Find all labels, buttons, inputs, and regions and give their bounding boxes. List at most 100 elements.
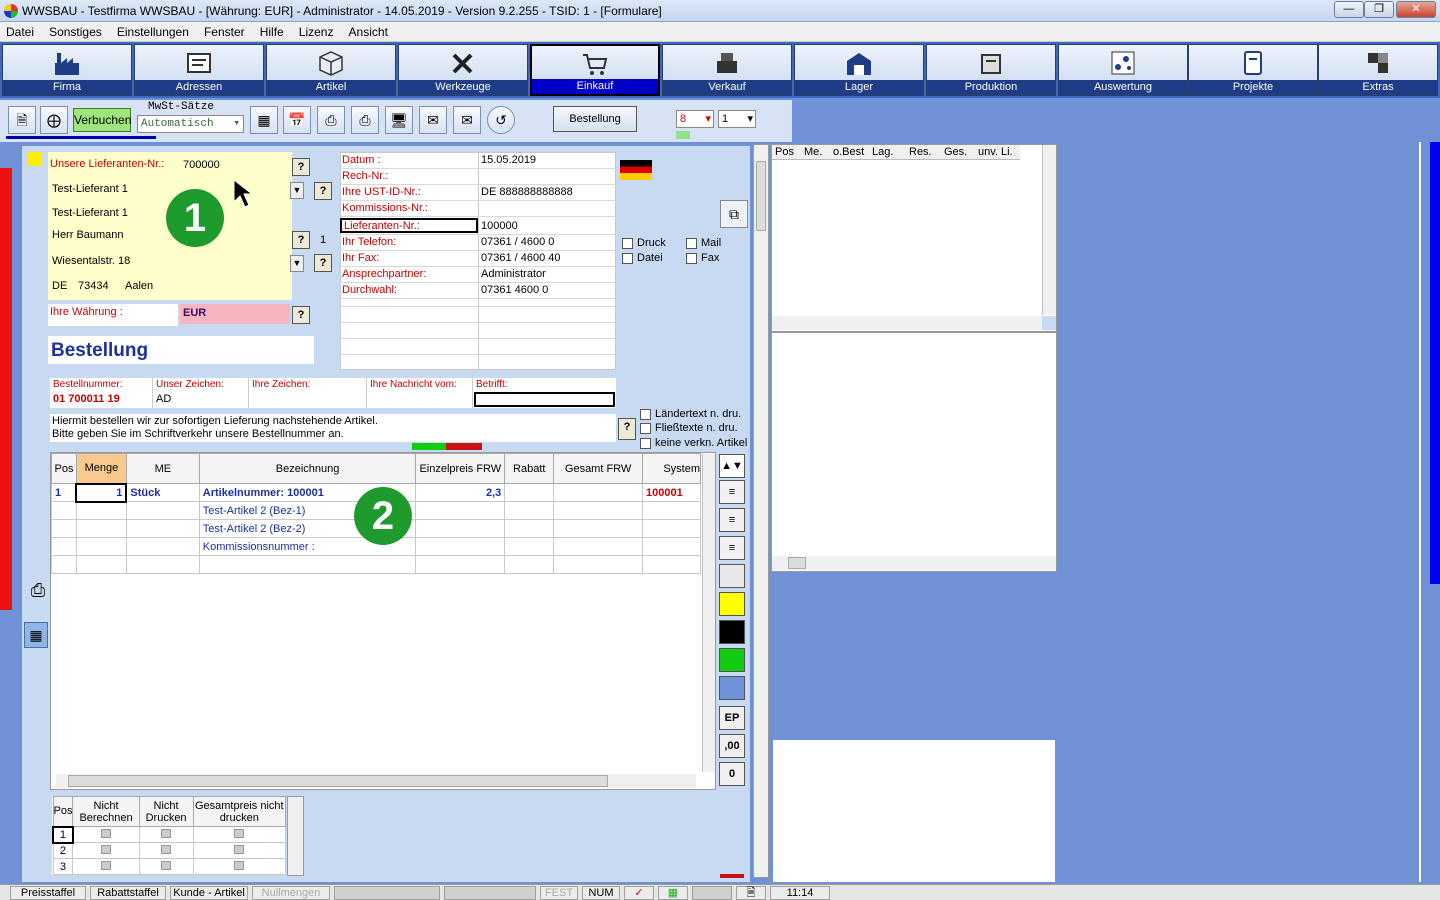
currency-field[interactable]: EUR (180, 304, 290, 324)
table-cell[interactable] (553, 519, 643, 538)
module-auswertung[interactable]: Auswertung (1058, 44, 1188, 96)
check-icon[interactable]: ✓ (624, 886, 654, 900)
flag-checkbox[interactable] (234, 844, 245, 854)
stock-col-unv[interactable]: unv. Li. (978, 146, 1013, 158)
intro-line-1[interactable]: Hiermit bestellen wir zur sofortigen Lie… (52, 415, 378, 427)
color-black-button[interactable] (719, 620, 745, 644)
chevron-down-icon[interactable]: ▼ (290, 182, 304, 199)
ep-button[interactable]: EP (719, 706, 745, 730)
stock-col-res[interactable]: Res. (909, 146, 932, 158)
betrifft-field[interactable] (474, 392, 615, 407)
nullmengen-button[interactable]: Nullmengen (252, 886, 330, 900)
flag-checkbox[interactable] (161, 828, 172, 838)
stock-hscroll[interactable] (772, 316, 1042, 330)
flags-row[interactable]: 2 (52, 842, 287, 859)
table-cell[interactable] (51, 519, 77, 538)
table-cell[interactable] (642, 555, 701, 574)
table-cell[interactable] (415, 501, 506, 520)
menu-einstellungen[interactable]: Einstellungen (111, 22, 195, 39)
module-verkauf[interactable]: Verkauf (662, 44, 792, 96)
table-cell[interactable] (415, 537, 506, 556)
table-cell[interactable] (642, 537, 701, 556)
order-number[interactable]: 01 700011 19 (53, 393, 120, 405)
detail-scroll-thumb[interactable] (788, 557, 806, 569)
help-icon[interactable]: ? (292, 158, 310, 176)
intro-line-2[interactable]: Bitte geben Sie im Schriftverkehr unsere… (52, 428, 344, 440)
split-row-icon[interactable]: ≡ (719, 508, 745, 532)
table-cell[interactable] (51, 555, 77, 574)
form-scrollbar[interactable] (753, 144, 769, 878)
kunde-artikel-button[interactable]: Kunde - Artikel (170, 886, 248, 900)
menu-hilfe[interactable]: Hilfe (254, 22, 290, 39)
table-row[interactable] (51, 555, 701, 574)
supplier-name1[interactable]: Test-Lieferant 1 (50, 182, 290, 197)
flag-checkbox[interactable] (161, 844, 172, 854)
calculator-icon[interactable]: ▦ (250, 106, 278, 134)
form-scroll-thumb[interactable] (756, 161, 766, 231)
flags-scrollbar[interactable] (287, 796, 304, 876)
table-cell[interactable] (75, 519, 127, 538)
move-up-down-icon[interactable]: ▲▼ (719, 454, 745, 478)
module-adressen[interactable]: Adressen (134, 44, 264, 96)
col-menge[interactable]: Menge (75, 453, 127, 484)
detail-hscroll[interactable] (772, 556, 1056, 570)
table-cell[interactable] (553, 537, 643, 556)
document-icon[interactable]: 🗎 (736, 886, 766, 900)
bestellung-button[interactable]: Bestellung (553, 106, 637, 132)
stock-col-pos[interactable]: Pos (775, 146, 794, 158)
table-cell[interactable]: 1 (51, 483, 77, 502)
table-cell[interactable] (553, 555, 643, 574)
supplier-zip[interactable]: 73434 (78, 280, 109, 292)
col-einzelpreis[interactable]: Einzelpreis FRW (415, 453, 506, 484)
table-cell[interactable] (75, 537, 127, 556)
print-preview-icon[interactable]: ⎙ (351, 106, 379, 134)
flag-checkbox[interactable] (101, 860, 112, 870)
laendertext-checkbox[interactable] (640, 408, 651, 420)
flag-checkbox[interactable] (234, 860, 245, 870)
insert-row-icon[interactable]: ≡ (719, 480, 745, 504)
info-value[interactable]: 07361 / 4600 40 (481, 252, 561, 264)
flag-checkbox[interactable] (234, 828, 245, 838)
printer-add-icon[interactable]: ⎙ (24, 580, 52, 608)
table-cell[interactable] (51, 537, 77, 556)
table-cell[interactable]: 100001 (642, 483, 701, 502)
new-document-icon[interactable]: 🗎 (8, 106, 36, 134)
mail-send-icon[interactable]: ✉ (453, 106, 481, 134)
help-icon[interactable]: ? (314, 254, 332, 272)
info-value[interactable]: Administrator (481, 268, 546, 280)
chevron-down-icon[interactable]: ▼ (290, 255, 304, 272)
table-cell[interactable]: 1 (75, 482, 128, 503)
col-gesamt[interactable]: Gesamt FRW (553, 453, 643, 484)
col-me[interactable]: ME (125, 453, 200, 484)
module-firma[interactable]: Firma (2, 44, 132, 96)
scroll-thumb[interactable] (68, 775, 608, 787)
keine-verkn-checkbox[interactable] (640, 437, 651, 449)
col-system[interactable]: System (642, 453, 701, 484)
table-cell[interactable] (75, 501, 127, 520)
datei-checkbox[interactable] (622, 252, 633, 264)
druck-checkbox[interactable] (622, 237, 633, 249)
help-icon[interactable]: ? (292, 231, 310, 249)
select-1[interactable]: 8 ▾ (676, 110, 714, 128)
module-einkauf[interactable]: Einkauf (530, 44, 660, 96)
mwst-select[interactable]: Automatisch ▾ (137, 115, 244, 133)
table-cell[interactable] (415, 555, 506, 574)
help-icon[interactable]: ? (314, 182, 332, 200)
info-value[interactable]: 07361 4600 0 (481, 284, 548, 296)
print-icon[interactable]: ⎙ (317, 106, 345, 134)
add-item-icon[interactable]: ⨁ (40, 106, 68, 134)
flag-checkbox[interactable] (161, 860, 172, 870)
table-cell[interactable] (504, 555, 555, 574)
table-cell[interactable] (125, 537, 200, 556)
supplier-nr-field[interactable]: 700000 (180, 156, 290, 174)
vertical-scrollbar[interactable] (702, 454, 715, 772)
monitor-icon[interactable]: 🖥 (385, 106, 413, 134)
info-value[interactable]: 100000 (481, 220, 518, 232)
help-icon[interactable]: ? (292, 306, 310, 324)
module-projekte[interactable]: Projekte (1188, 44, 1318, 96)
copy-icon[interactable]: ⧉ (720, 200, 748, 228)
option-fax[interactable]: Fax (686, 252, 719, 264)
fax-checkbox[interactable] (686, 252, 697, 264)
minimize-button[interactable]: — (1334, 1, 1364, 18)
table-cell[interactable] (504, 537, 555, 556)
